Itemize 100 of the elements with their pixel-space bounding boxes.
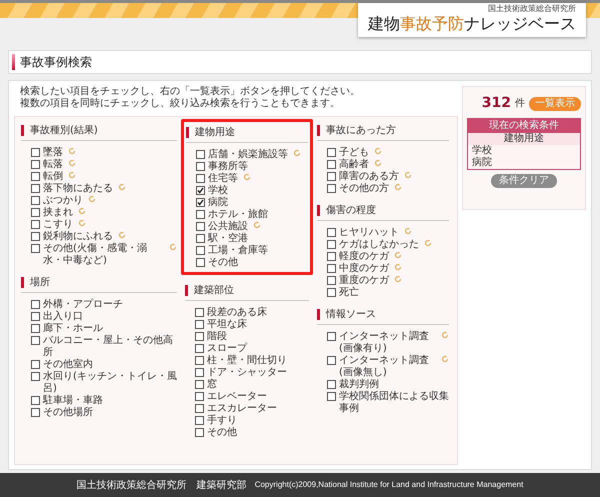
checkbox[interactable] xyxy=(31,220,40,229)
checkbox-label: 窓 xyxy=(207,379,217,391)
checkbox[interactable] xyxy=(196,258,205,267)
checkbox[interactable] xyxy=(195,392,204,401)
checkbox[interactable] xyxy=(31,300,40,309)
checkbox[interactable] xyxy=(195,332,204,341)
checkbox[interactable] xyxy=(327,392,336,401)
list-button[interactable]: 一覧表示 xyxy=(529,96,581,110)
condition-group: 建物用途 xyxy=(468,133,580,145)
checkbox-label: 住宅等 xyxy=(208,173,238,184)
title-marker xyxy=(12,54,15,70)
checkbox[interactable] xyxy=(327,148,336,157)
checkbox[interactable] xyxy=(196,174,205,183)
checkbox[interactable] xyxy=(195,356,204,365)
logo-title: 建物事故予防ナレッジベース xyxy=(368,14,576,34)
checkbox[interactable] xyxy=(31,196,40,205)
checkbox-label: 学校関係団体による収集事例 xyxy=(339,391,449,415)
checkbox[interactable] xyxy=(327,332,336,341)
checkbox-label: 店舗・娯楽施設等 xyxy=(208,149,288,160)
checkbox[interactable] xyxy=(31,172,40,181)
checkbox[interactable] xyxy=(327,172,336,181)
checkbox[interactable] xyxy=(196,162,205,171)
heading-marker xyxy=(185,285,188,296)
checkbox-label: 中度のケガ xyxy=(339,263,389,274)
checkbox-label: その他室内 xyxy=(43,359,93,370)
checkbox-label: 階段 xyxy=(207,331,227,343)
checkbox[interactable] xyxy=(327,276,336,285)
checkbox[interactable] xyxy=(195,428,204,437)
checkbox[interactable] xyxy=(327,380,336,389)
section-heading: 傷害の程度 xyxy=(326,204,376,218)
checkbox-label: 病院 xyxy=(208,197,228,209)
checkbox[interactable] xyxy=(196,222,205,231)
checkbox-label: 手すり xyxy=(207,415,237,427)
checkbox[interactable] xyxy=(196,198,205,207)
checkbox-label: 平坦な床 xyxy=(207,319,247,330)
checkbox[interactable] xyxy=(195,404,204,413)
checkbox-label: 障害のある方 xyxy=(339,171,399,182)
checkbox[interactable] xyxy=(195,308,204,317)
checkbox-label: 柱・壁・間仕切り xyxy=(207,355,287,367)
checkbox-label: 裁判判例 xyxy=(339,379,379,390)
checkbox[interactable] xyxy=(327,228,336,237)
checkbox[interactable] xyxy=(195,320,204,329)
checkbox[interactable] xyxy=(195,344,204,353)
checkbox[interactable] xyxy=(31,408,40,417)
intro-text: 複数の項目を同時にチェックし、絞り込み検索を行うこともできます。 xyxy=(20,98,341,110)
checkbox-label: 死亡 xyxy=(339,287,359,299)
clear-button[interactable]: 条件クリア xyxy=(491,174,557,188)
checkbox[interactable] xyxy=(195,368,204,377)
checkbox[interactable] xyxy=(31,324,40,333)
checkbox-label: 事務所等 xyxy=(208,161,248,172)
checkbox-label: その他 xyxy=(208,257,238,269)
checkbox[interactable] xyxy=(196,186,205,195)
checkbox[interactable] xyxy=(31,160,40,169)
heading-marker xyxy=(21,277,24,288)
checkbox[interactable] xyxy=(196,150,205,159)
checkbox-label: 墜落 xyxy=(43,147,63,158)
checkbox[interactable] xyxy=(327,240,336,249)
page-title: 事故事例検索 xyxy=(20,54,92,71)
checkbox[interactable] xyxy=(196,246,205,255)
checkbox-label: インターネット調査(画像無し) xyxy=(339,355,430,378)
checkbox[interactable] xyxy=(31,244,40,253)
checkbox[interactable] xyxy=(31,232,40,241)
heading-marker xyxy=(317,125,320,136)
checkbox[interactable] xyxy=(31,208,40,217)
checkbox[interactable] xyxy=(327,264,336,273)
checkbox[interactable] xyxy=(31,312,40,321)
checkbox[interactable] xyxy=(196,234,205,243)
checkbox[interactable] xyxy=(196,210,205,219)
section-heading: 場所 xyxy=(30,276,50,290)
checkbox[interactable] xyxy=(195,380,204,389)
checkbox-label: 子ども xyxy=(339,147,369,158)
section-heading: 事故にあった方 xyxy=(326,124,396,138)
checkbox[interactable] xyxy=(327,356,336,365)
checkbox[interactable] xyxy=(31,396,40,405)
checkbox[interactable] xyxy=(31,336,40,345)
result-unit: 件 xyxy=(515,97,525,111)
checkbox-label: 出入り口 xyxy=(43,311,83,322)
heading-marker xyxy=(186,127,189,138)
checkbox-label: 重度のケガ xyxy=(339,275,389,286)
checkbox-label: 転落 xyxy=(43,159,63,171)
checkbox[interactable] xyxy=(327,184,336,193)
checkbox[interactable] xyxy=(31,184,40,193)
checkbox-label: 軽度のケガ xyxy=(339,251,389,262)
checkbox[interactable] xyxy=(327,288,336,297)
checkbox-label: その他 xyxy=(207,427,237,439)
checkbox-label: 高齢者 xyxy=(339,159,369,170)
condition-value: 病院 xyxy=(471,157,493,169)
checkbox-label: 転倒 xyxy=(43,171,63,182)
checkbox-label: インターネット調査(画像有り) xyxy=(339,331,430,354)
checkbox[interactable] xyxy=(31,360,40,369)
checkbox[interactable] xyxy=(31,372,40,381)
checkbox[interactable] xyxy=(327,252,336,261)
checkbox-label: ドア・シャッター xyxy=(207,367,287,378)
checkbox[interactable] xyxy=(327,160,336,169)
checkbox[interactable] xyxy=(31,148,40,157)
checkbox[interactable] xyxy=(195,416,204,425)
checkbox-label: エレベーター xyxy=(207,391,267,403)
checkbox-label: その他場所 xyxy=(43,407,93,419)
heading-marker xyxy=(317,309,320,320)
checkbox-label: バルコニー・屋上・その他高所 xyxy=(43,335,174,358)
